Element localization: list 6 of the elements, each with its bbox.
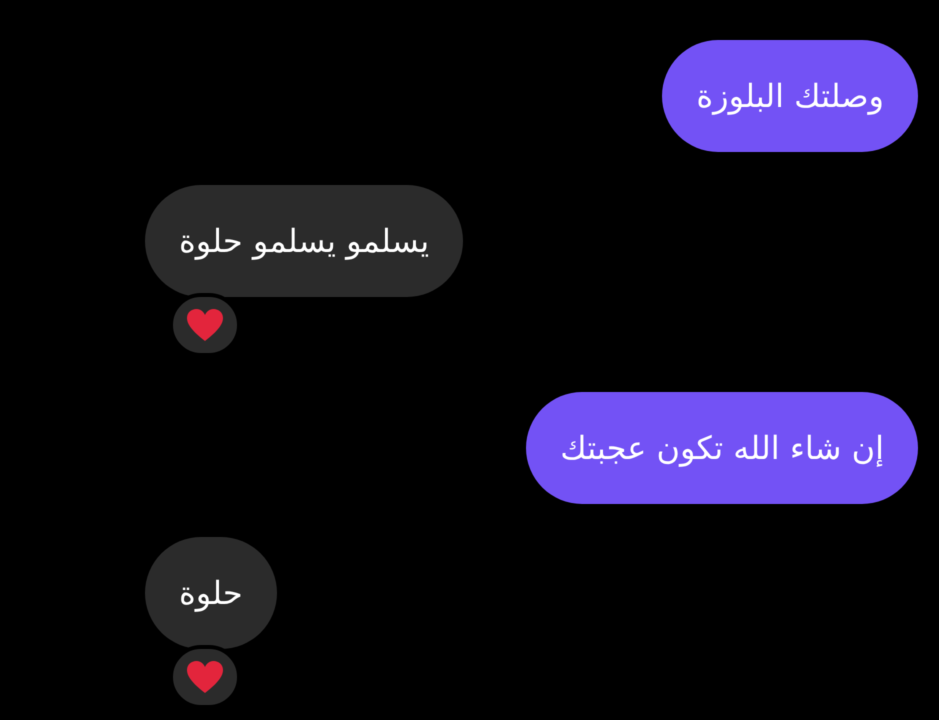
message-text: حلوة	[179, 574, 243, 612]
message-text: يسلمو يسلمو حلوة	[179, 222, 430, 260]
message-text: وصلتك البلوزة	[696, 77, 884, 115]
heart-icon	[186, 308, 224, 342]
message-text: إن شاء الله تكون عجبتك	[560, 429, 884, 467]
heart-icon	[186, 660, 224, 694]
